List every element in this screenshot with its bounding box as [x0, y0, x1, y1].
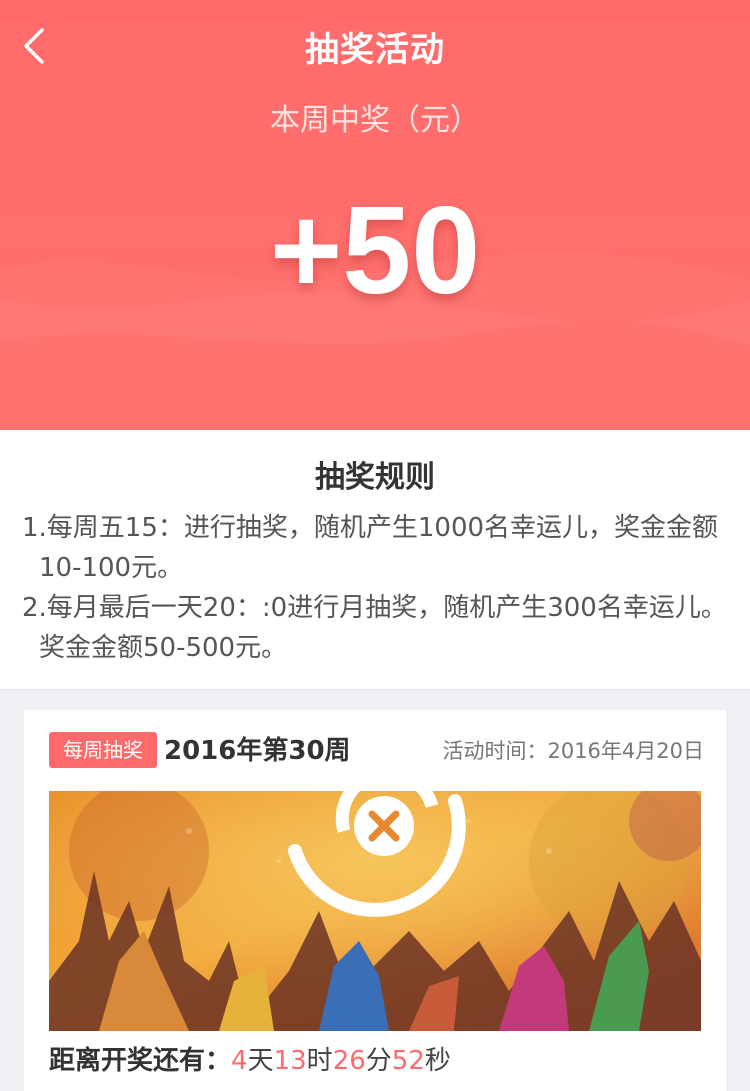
countdown-seconds-unit: 秒 [424, 1046, 451, 1076]
countdown-hours-unit: 时 [306, 1046, 333, 1076]
activity-time-label: 活动时间： [442, 739, 548, 763]
countdown-days: 4 [231, 1046, 248, 1076]
page-title: 抽奖活动 [305, 30, 445, 70]
rule-line: 10-100元。 [39, 553, 184, 583]
countdown-minutes: 26 [332, 1046, 366, 1076]
activity-time: 活动时间：2016年4月20日 [442, 732, 704, 770]
countdown-minutes-unit: 分 [365, 1046, 392, 1076]
countdown-hours: 13 [273, 1046, 307, 1076]
rule-item: 1.每周五15：进行抽奖，随机产生1000名幸运儿，奖金金额 10-100元。 [22, 508, 732, 588]
rules-section: 抽奖规则 1.每周五15：进行抽奖，随机产生1000名幸运儿，奖金金额 10-1… [0, 430, 750, 690]
hero-banner: 抽奖活动 本周中奖（元） +50 [0, 0, 750, 430]
countdown-seconds: 52 [391, 1046, 425, 1076]
prize-amount: +50 [269, 182, 481, 320]
rule-item: 2.每月最后一天20：:0进行月抽奖，随机产生300名幸运儿。 奖金金额50-5… [22, 588, 732, 668]
countdown-days-unit: 天 [247, 1046, 274, 1076]
rules-title: 抽奖规则 [315, 460, 435, 495]
prize-label: 本周中奖（元） [270, 103, 480, 138]
festival-image [49, 791, 701, 1031]
weekly-lottery-badge: 每周抽奖 [49, 732, 157, 768]
countdown-label: 距离开奖还有： [49, 1046, 232, 1076]
rule-line: 奖金金额50-500元。 [39, 633, 288, 663]
countdown: 距离开奖还有：4天13时26分52秒 [49, 1043, 451, 1079]
rule-line: 2.每月最后一天20：:0进行月抽奖，随机产生300名幸运儿。 [22, 593, 727, 623]
activity-card[interactable]: 每周抽奖 2016年第30周 活动时间：2016年4月20日 距离开奖还有：4天… [24, 710, 726, 1091]
rule-line: 1.每周五15：进行抽奖，随机产生1000名幸运儿，奖金金额 [22, 513, 719, 543]
activity-time-value: 2016年4月20日 [547, 739, 704, 763]
activity-period: 2016年第30周 [164, 736, 351, 766]
activity-banner-image[interactable] [49, 791, 701, 1031]
